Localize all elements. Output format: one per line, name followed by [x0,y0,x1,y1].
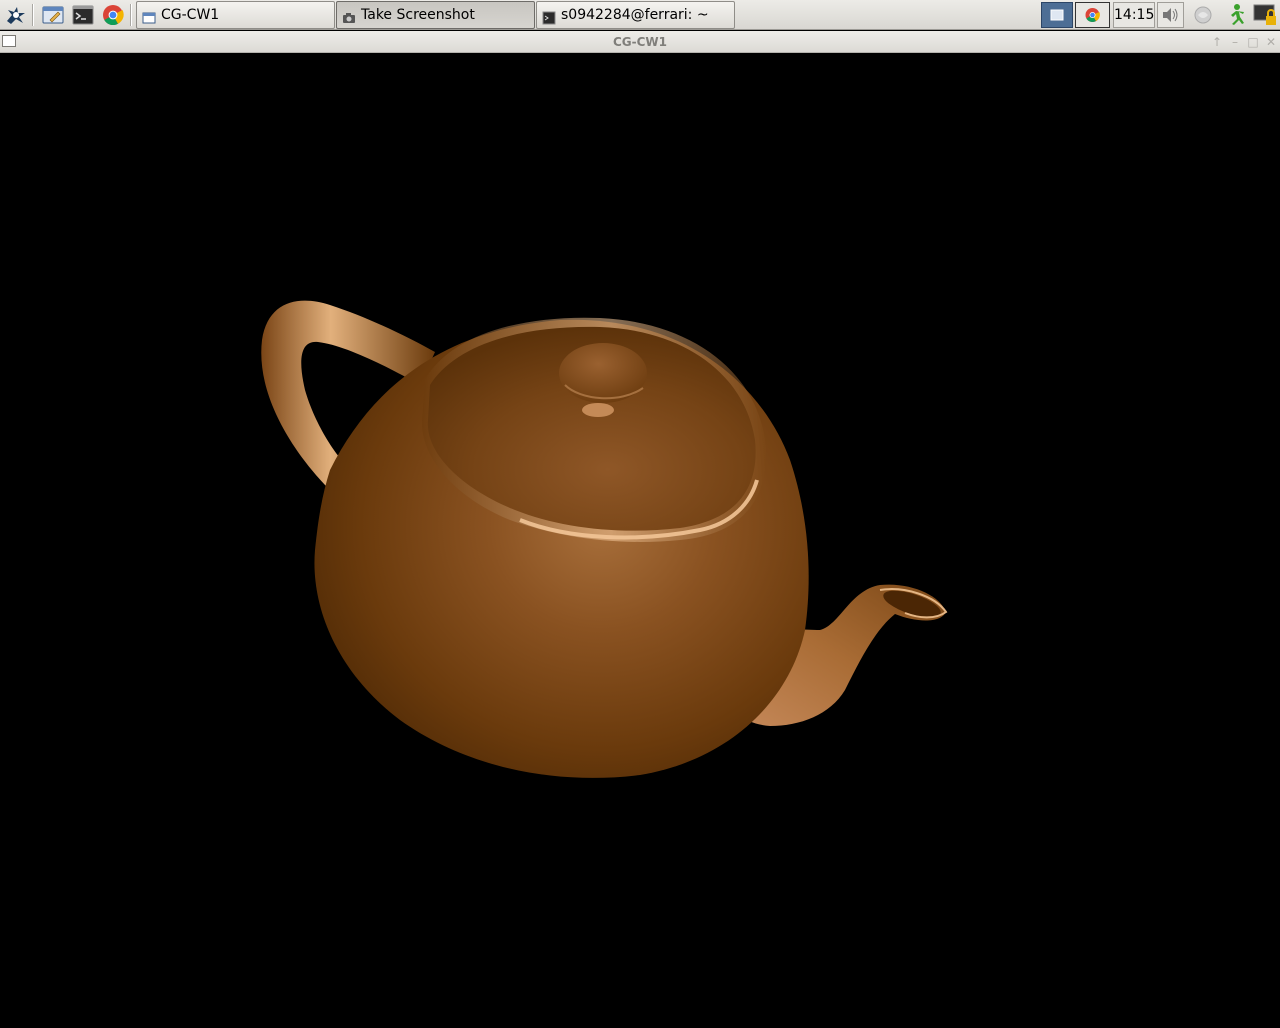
terminal-icon[interactable] [71,3,95,27]
knob-base [582,403,614,417]
workspace-icon[interactable] [1041,2,1073,28]
lock-screen-icon[interactable] [1252,2,1278,28]
render-canvas[interactable] [0,53,1280,1024]
teapot-render [261,300,948,778]
runner-icon[interactable] [1222,2,1248,28]
close-icon[interactable]: ✕ [1264,35,1278,49]
clock[interactable]: 14:15 [1113,2,1155,28]
window-icon [142,8,156,24]
shade-icon[interactable]: ↑ [1210,35,1224,49]
chrome-icon[interactable] [1075,2,1110,28]
volume-icon[interactable] [1157,2,1184,28]
taskbar-separator [32,4,34,26]
network-icon[interactable] [1190,2,1216,28]
minimize-icon[interactable]: – [1228,35,1242,49]
taskbar: CG-CW1 Take Screenshot s0942284@ferrari:… [0,0,1280,30]
window-titlebar[interactable]: CG-CW1 ↑ – □ ✕ [0,31,1280,53]
chrome-icon[interactable] [101,3,125,27]
task-label: Take Screenshot [361,7,475,23]
file-manager-icon[interactable] [41,3,65,27]
task-label: s0942284@ferrari: ~ [561,7,709,23]
window-title: CG-CW1 [612,35,668,49]
maximize-icon[interactable]: □ [1246,35,1260,49]
camera-icon [342,8,356,23]
task-button-take-screenshot[interactable]: Take Screenshot [336,1,535,29]
task-button-terminal[interactable]: s0942284@ferrari: ~ [536,1,735,29]
task-button-cg-cw1[interactable]: CG-CW1 [136,1,335,29]
task-label: CG-CW1 [161,7,220,23]
terminal-icon [542,8,556,25]
taskbar-separator [130,4,132,26]
start-menu-icon[interactable] [4,3,28,27]
